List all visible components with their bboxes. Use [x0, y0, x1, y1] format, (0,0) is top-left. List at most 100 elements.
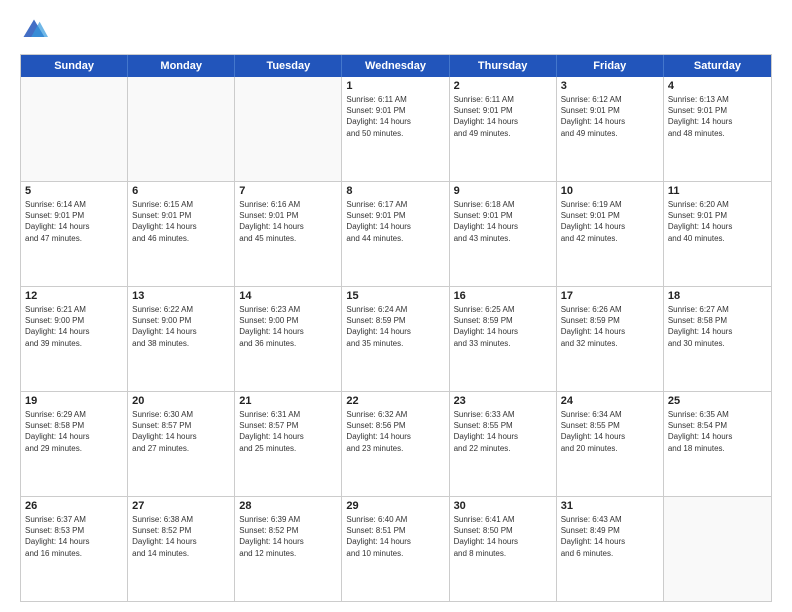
day-number: 22 — [346, 395, 444, 407]
header-day: Tuesday — [235, 55, 342, 77]
cell-info: Sunrise: 6:34 AM Sunset: 8:55 PM Dayligh… — [561, 409, 659, 454]
day-number: 29 — [346, 500, 444, 512]
cell-info: Sunrise: 6:17 AM Sunset: 9:01 PM Dayligh… — [346, 199, 444, 244]
day-number: 23 — [454, 395, 552, 407]
calendar-cell: 18 Sunrise: 6:27 AM Sunset: 8:58 PM Dayli… — [664, 287, 771, 391]
cell-info: Sunrise: 6:24 AM Sunset: 8:59 PM Dayligh… — [346, 304, 444, 349]
calendar-cell: 30 Sunrise: 6:41 AM Sunset: 8:50 PM Dayli… — [450, 497, 557, 601]
calendar-cell: 2Sunrise: 6:11 AM Sunset: 9:01 PM Daylig… — [450, 77, 557, 181]
day-number: 28 — [239, 500, 337, 512]
calendar-row: 26 Sunrise: 6:37 AM Sunset: 8:53 PM Dayli… — [21, 496, 771, 601]
calendar-row: 1 Sunrise: 6:11 AM Sunset: 9:01 PM Daylig… — [21, 77, 771, 181]
header-day: Wednesday — [342, 55, 449, 77]
day-number: 17 — [561, 290, 659, 302]
header-day: Thursday — [450, 55, 557, 77]
day-number: 5 — [25, 185, 123, 197]
day-number: 8 — [346, 185, 444, 197]
logo-icon — [20, 16, 48, 44]
day-number: 24 — [561, 395, 659, 407]
calendar-header: SundayMondayTuesdayWednesdayThursdayFrid… — [21, 55, 771, 77]
day-number: 11 — [668, 185, 767, 197]
day-number: 3 — [561, 80, 659, 92]
cell-info: Sunrise: 6:11 AM Sunset: 9:01 PM Dayligh… — [346, 94, 444, 139]
calendar-cell: 1 Sunrise: 6:11 AM Sunset: 9:01 PM Daylig… — [342, 77, 449, 181]
day-number: 6 — [132, 185, 230, 197]
day-number: 18 — [668, 290, 767, 302]
day-number: 15 — [346, 290, 444, 302]
day-number: 7 — [239, 185, 337, 197]
calendar-cell: 24 Sunrise: 6:34 AM Sunset: 8:55 PM Dayli… — [557, 392, 664, 496]
calendar-cell: 8 Sunrise: 6:17 AM Sunset: 9:01 PM Daylig… — [342, 182, 449, 286]
calendar-cell: 19Sunrise: 6:29 AM Sunset: 8:58 PM Dayli… — [21, 392, 128, 496]
calendar-row: 12 Sunrise: 6:21 AM Sunset: 9:00 PM Dayli… — [21, 286, 771, 391]
cell-info: Sunrise: 6:35 AM Sunset: 8:54 PM Dayligh… — [668, 409, 767, 454]
calendar-cell: 16 Sunrise: 6:25 AM Sunset: 8:59 PM Dayli… — [450, 287, 557, 391]
calendar-cell: 26 Sunrise: 6:37 AM Sunset: 8:53 PM Dayli… — [21, 497, 128, 601]
cell-info: Sunrise: 6:12 AM Sunset: 9:01 PM Dayligh… — [561, 94, 659, 139]
cell-info: Sunrise: 6:30 AM Sunset: 8:57 PM Dayligh… — [132, 409, 230, 454]
day-number: 9 — [454, 185, 552, 197]
day-number: 4 — [668, 80, 767, 92]
calendar-cell: 22 Sunrise: 6:32 AM Sunset: 8:56 PM Dayli… — [342, 392, 449, 496]
calendar: SundayMondayTuesdayWednesdayThursdayFrid… — [20, 54, 772, 602]
calendar-cell: 27 Sunrise: 6:38 AM Sunset: 8:52 PM Dayli… — [128, 497, 235, 601]
calendar-cell: 28Sunrise: 6:39 AM Sunset: 8:52 PM Dayli… — [235, 497, 342, 601]
header-day: Sunday — [21, 55, 128, 77]
calendar-cell: 23 Sunrise: 6:33 AM Sunset: 8:55 PM Dayli… — [450, 392, 557, 496]
calendar-cell: 12 Sunrise: 6:21 AM Sunset: 9:00 PM Dayli… — [21, 287, 128, 391]
calendar-cell: 13 Sunrise: 6:22 AM Sunset: 9:00 PM Dayli… — [128, 287, 235, 391]
cell-info: Sunrise: 6:43 AM Sunset: 8:49 PM Dayligh… — [561, 514, 659, 559]
header-day: Saturday — [664, 55, 771, 77]
cell-info: Sunrise: 6:11 AM Sunset: 9:01 PM Dayligh… — [454, 94, 552, 139]
day-number: 26 — [25, 500, 123, 512]
calendar-cell: 17 Sunrise: 6:26 AM Sunset: 8:59 PM Dayli… — [557, 287, 664, 391]
cell-info: Sunrise: 6:15 AM Sunset: 9:01 PM Dayligh… — [132, 199, 230, 244]
calendar-cell: 15 Sunrise: 6:24 AM Sunset: 8:59 PM Dayli… — [342, 287, 449, 391]
cell-info: Sunrise: 6:18 AM Sunset: 9:01 PM Dayligh… — [454, 199, 552, 244]
header — [20, 16, 772, 44]
cell-info: Sunrise: 6:29 AM Sunset: 8:58 PM Dayligh… — [25, 409, 123, 454]
cell-info: Sunrise: 6:23 AM Sunset: 9:00 PM Dayligh… — [239, 304, 337, 349]
day-number: 12 — [25, 290, 123, 302]
day-number: 16 — [454, 290, 552, 302]
logo — [20, 16, 52, 44]
header-day: Monday — [128, 55, 235, 77]
day-number: 25 — [668, 395, 767, 407]
day-number: 21 — [239, 395, 337, 407]
cell-info: Sunrise: 6:40 AM Sunset: 8:51 PM Dayligh… — [346, 514, 444, 559]
day-number: 31 — [561, 500, 659, 512]
day-number: 30 — [454, 500, 552, 512]
cell-info: Sunrise: 6:27 AM Sunset: 8:58 PM Dayligh… — [668, 304, 767, 349]
day-number: 27 — [132, 500, 230, 512]
calendar-cell: 7 Sunrise: 6:16 AM Sunset: 9:01 PM Daylig… — [235, 182, 342, 286]
cell-info: Sunrise: 6:26 AM Sunset: 8:59 PM Dayligh… — [561, 304, 659, 349]
calendar-cell: 31 Sunrise: 6:43 AM Sunset: 8:49 PM Dayli… — [557, 497, 664, 601]
day-number: 13 — [132, 290, 230, 302]
cell-info: Sunrise: 6:33 AM Sunset: 8:55 PM Dayligh… — [454, 409, 552, 454]
cell-info: Sunrise: 6:31 AM Sunset: 8:57 PM Dayligh… — [239, 409, 337, 454]
cell-info: Sunrise: 6:14 AM Sunset: 9:01 PM Dayligh… — [25, 199, 123, 244]
header-day: Friday — [557, 55, 664, 77]
calendar-row: 5 Sunrise: 6:14 AM Sunset: 9:01 PM Daylig… — [21, 181, 771, 286]
day-number: 20 — [132, 395, 230, 407]
cell-info: Sunrise: 6:41 AM Sunset: 8:50 PM Dayligh… — [454, 514, 552, 559]
calendar-cell: 21 Sunrise: 6:31 AM Sunset: 8:57 PM Dayli… — [235, 392, 342, 496]
cell-info: Sunrise: 6:16 AM Sunset: 9:01 PM Dayligh… — [239, 199, 337, 244]
cell-info: Sunrise: 6:20 AM Sunset: 9:01 PM Dayligh… — [668, 199, 767, 244]
cell-info: Sunrise: 6:38 AM Sunset: 8:52 PM Dayligh… — [132, 514, 230, 559]
calendar-cell: 4 Sunrise: 6:13 AM Sunset: 9:01 PM Daylig… — [664, 77, 771, 181]
day-number: 10 — [561, 185, 659, 197]
calendar-cell: 5 Sunrise: 6:14 AM Sunset: 9:01 PM Daylig… — [21, 182, 128, 286]
cell-info: Sunrise: 6:32 AM Sunset: 8:56 PM Dayligh… — [346, 409, 444, 454]
calendar-cell: 3 Sunrise: 6:12 AM Sunset: 9:01 PM Daylig… — [557, 77, 664, 181]
cell-info: Sunrise: 6:21 AM Sunset: 9:00 PM Dayligh… — [25, 304, 123, 349]
calendar-cell: 11 Sunrise: 6:20 AM Sunset: 9:01 PM Dayli… — [664, 182, 771, 286]
cell-info: Sunrise: 6:19 AM Sunset: 9:01 PM Dayligh… — [561, 199, 659, 244]
cell-info: Sunrise: 6:37 AM Sunset: 8:53 PM Dayligh… — [25, 514, 123, 559]
calendar-cell: 9 Sunrise: 6:18 AM Sunset: 9:01 PM Daylig… — [450, 182, 557, 286]
cell-info: Sunrise: 6:25 AM Sunset: 8:59 PM Dayligh… — [454, 304, 552, 349]
calendar-cell: 14Sunrise: 6:23 AM Sunset: 9:00 PM Dayli… — [235, 287, 342, 391]
day-number: 1 — [346, 80, 444, 92]
cell-info: Sunrise: 6:13 AM Sunset: 9:01 PM Dayligh… — [668, 94, 767, 139]
cell-info: Sunrise: 6:22 AM Sunset: 9:00 PM Dayligh… — [132, 304, 230, 349]
